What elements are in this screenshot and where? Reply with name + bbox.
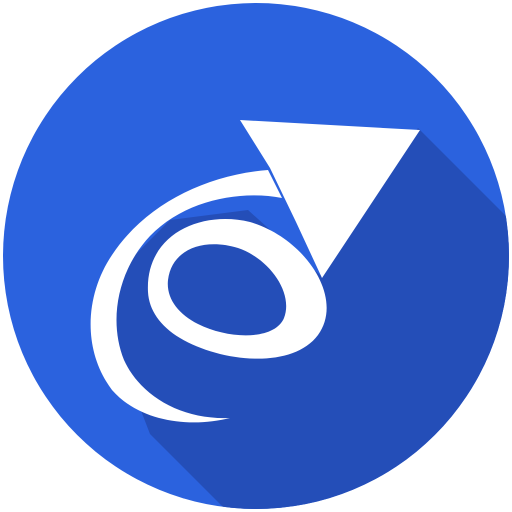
app-icon-svg bbox=[3, 3, 509, 509]
app-icon bbox=[0, 0, 512, 512]
